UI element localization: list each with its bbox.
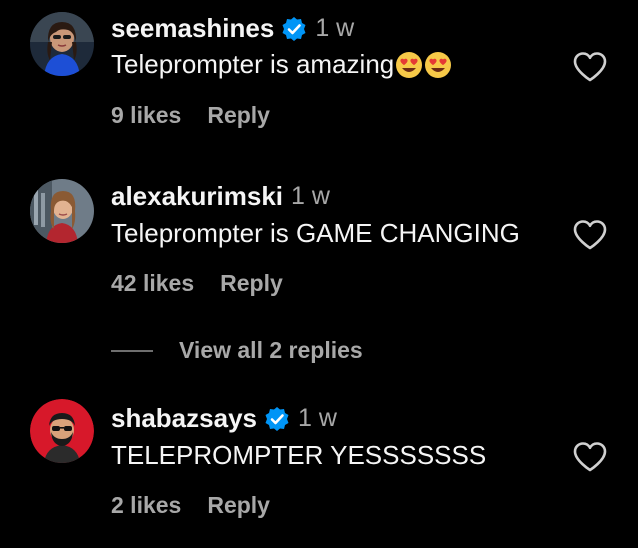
comment-header: seemashines 1 w [111, 13, 354, 44]
view-replies-button[interactable]: View all 2 replies [111, 337, 363, 364]
view-replies-label: View all 2 replies [179, 337, 363, 363]
comment-header: shabazsays 1 w [111, 403, 337, 434]
comment-text: TELEPROMPTER YESSSSSSS [111, 440, 487, 470]
likes-count[interactable]: 9 likes [111, 102, 181, 129]
avatar[interactable] [30, 399, 94, 463]
likes-count[interactable]: 2 likes [111, 492, 181, 519]
comment-meta: 2 likes Reply [111, 492, 270, 519]
comment-header: alexakurimski 1 w [111, 181, 330, 212]
comment-text-row: Teleprompter is amazing [111, 49, 452, 80]
likes-count[interactable]: 42 likes [111, 270, 194, 297]
comment-time: 1 w [291, 182, 330, 210]
comment-meta: 42 likes Reply [111, 270, 283, 297]
avatar[interactable] [30, 179, 94, 243]
username[interactable]: shabazsays [111, 403, 257, 434]
comment-text-row: Teleprompter is GAME CHANGING [111, 218, 520, 249]
avatar[interactable] [30, 12, 94, 76]
like-heart-icon[interactable] [572, 441, 608, 473]
comment-meta: 9 likes Reply [111, 102, 270, 129]
comment-text: Teleprompter is amazing [111, 49, 395, 79]
verified-badge-icon [264, 406, 290, 432]
reply-button[interactable]: Reply [220, 270, 283, 297]
comment-text: Teleprompter is GAME CHANGING [111, 218, 520, 248]
comment-text-row: TELEPROMPTER YESSSSSSS [111, 440, 486, 471]
view-replies-divider [111, 349, 153, 352]
like-heart-icon[interactable] [572, 51, 608, 83]
like-heart-icon[interactable] [572, 219, 608, 251]
comment-time: 1 w [297, 404, 337, 432]
heart-eyes-emoji-icon [424, 51, 452, 79]
comment-time: 1 w [315, 14, 355, 42]
verified-badge-icon [281, 16, 307, 42]
username[interactable]: alexakurimski [111, 181, 283, 212]
heart-eyes-emoji-icon [395, 51, 423, 79]
username[interactable]: seemashines [111, 13, 274, 44]
reply-button[interactable]: Reply [207, 492, 270, 519]
reply-button[interactable]: Reply [207, 102, 270, 129]
